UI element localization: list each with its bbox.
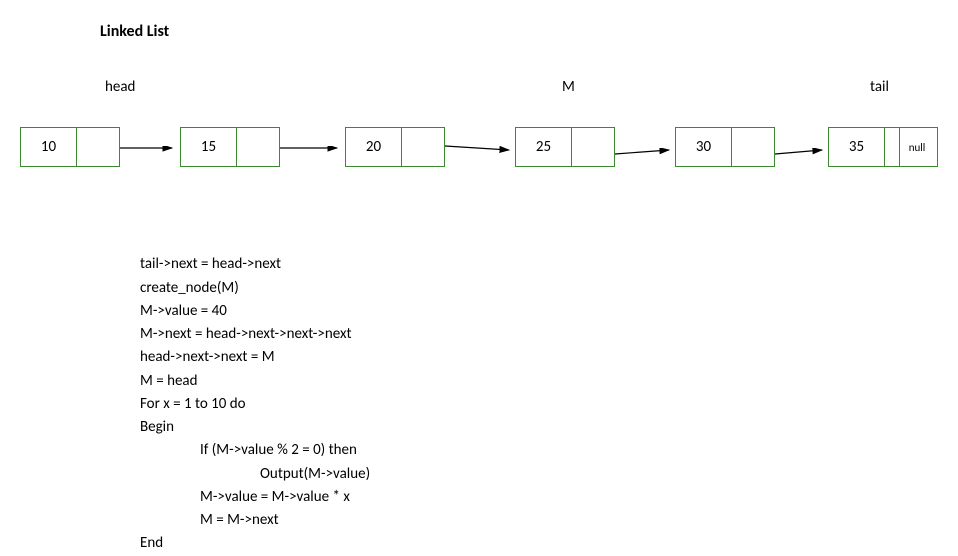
label-tail: tail bbox=[870, 78, 889, 96]
code-line-5: head->next->next = M bbox=[140, 348, 275, 366]
node-1: 10 bbox=[20, 127, 120, 167]
linked-list-diagram: Linked List head M tail 10 15 20 25 30 3… bbox=[0, 0, 958, 511]
arrow-5-6 bbox=[775, 148, 830, 160]
code-line-11: M->value = M->value * x bbox=[140, 486, 350, 509]
code-line-3: M->value = 40 bbox=[140, 302, 227, 320]
node-6-value: 35 bbox=[829, 128, 884, 166]
pseudocode-block: tail->next = head->next create_node(M) M… bbox=[140, 230, 370, 556]
label-head: head bbox=[105, 78, 135, 96]
node-2-value: 15 bbox=[181, 128, 236, 166]
node-2: 15 bbox=[180, 127, 280, 167]
code-line-4: M->next = head->next->next->next bbox=[140, 325, 352, 343]
node-5: 30 bbox=[675, 127, 775, 167]
code-line-6: M = head bbox=[140, 372, 198, 390]
label-M: M bbox=[562, 78, 575, 96]
node-4: 25 bbox=[515, 127, 615, 167]
node-6-null: null bbox=[897, 128, 937, 166]
node-3-value: 20 bbox=[346, 128, 401, 166]
code-line-9: If (M->value % 2 = 0) then bbox=[140, 439, 357, 462]
diagram-title: Linked List bbox=[100, 22, 169, 41]
node-5-value: 30 bbox=[676, 128, 731, 166]
code-line-10: Output(M->value) bbox=[140, 463, 370, 486]
arrow-3-4 bbox=[445, 144, 517, 158]
node-3: 20 bbox=[345, 127, 445, 167]
arrow-1-2 bbox=[120, 146, 180, 158]
code-line-12: M = M->next bbox=[140, 509, 279, 532]
node-1-value: 10 bbox=[21, 128, 76, 166]
arrow-4-5 bbox=[615, 148, 677, 160]
arrow-2-3 bbox=[280, 146, 345, 158]
code-line-7: For x = 1 to 10 do bbox=[140, 395, 246, 413]
code-line-1: tail->next = head->next bbox=[140, 255, 281, 273]
code-line-8: Begin bbox=[140, 418, 174, 436]
node-4-value: 25 bbox=[516, 128, 571, 166]
node-6: 35 null bbox=[828, 127, 938, 167]
code-line-2: create_node(M) bbox=[140, 279, 239, 297]
code-line-13: End bbox=[140, 534, 163, 552]
